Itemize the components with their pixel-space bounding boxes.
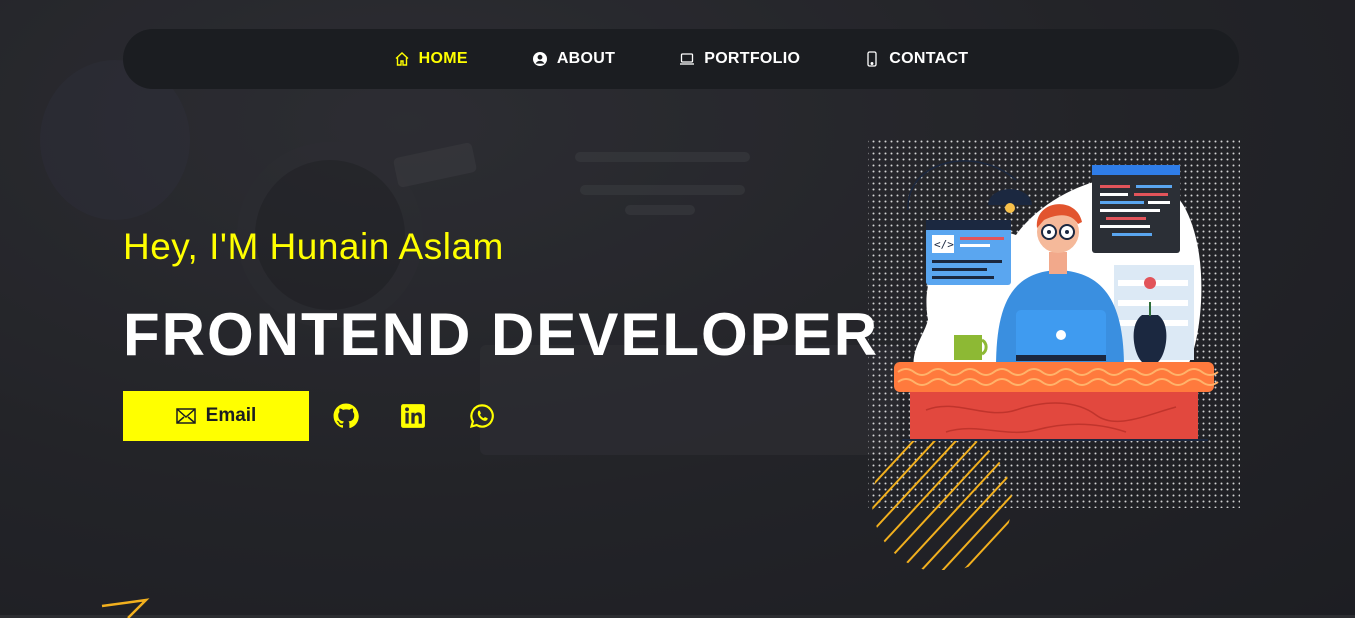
decorative-triangle (101, 598, 150, 618)
laptop-icon (680, 53, 695, 65)
nav-item-home[interactable]: HOME (394, 50, 468, 68)
hero-greeting: Hey, I'M Hunain Aslam (123, 226, 504, 267)
svg-text:</>: </> (934, 238, 954, 251)
nav-item-contact[interactable]: CONTACT (864, 50, 968, 68)
nav-label-about: ABOUT (556, 50, 616, 67)
mail-icon (175, 408, 196, 424)
whatsapp-link[interactable] (469, 403, 495, 429)
nav-item-about[interactable]: ABOUT (532, 50, 615, 68)
github-link[interactable] (333, 403, 359, 429)
hero-title: FRONTEND DEVELOPER (123, 301, 880, 368)
email-button-label: Email (205, 405, 257, 426)
nav-label-home: HOME (418, 50, 468, 67)
nav-item-portfolio[interactable]: PORTFOLIO (679, 50, 800, 68)
developer-illustration: </> (866, 140, 1241, 572)
nav-label-portfolio: PORTFOLIO (704, 50, 801, 67)
nav-label-contact: CONTACT (889, 50, 969, 67)
email-button[interactable]: Email (123, 391, 309, 441)
top-navbar: HOME ABOUT PORTFOLIO CONTACT (123, 29, 1239, 89)
linkedin-icon (401, 404, 425, 428)
phone-icon (867, 51, 877, 67)
github-icon (333, 403, 359, 429)
linkedin-link[interactable] (400, 403, 426, 429)
whatsapp-icon (469, 404, 494, 429)
user-circle-icon (532, 52, 547, 66)
home-icon (395, 52, 409, 66)
